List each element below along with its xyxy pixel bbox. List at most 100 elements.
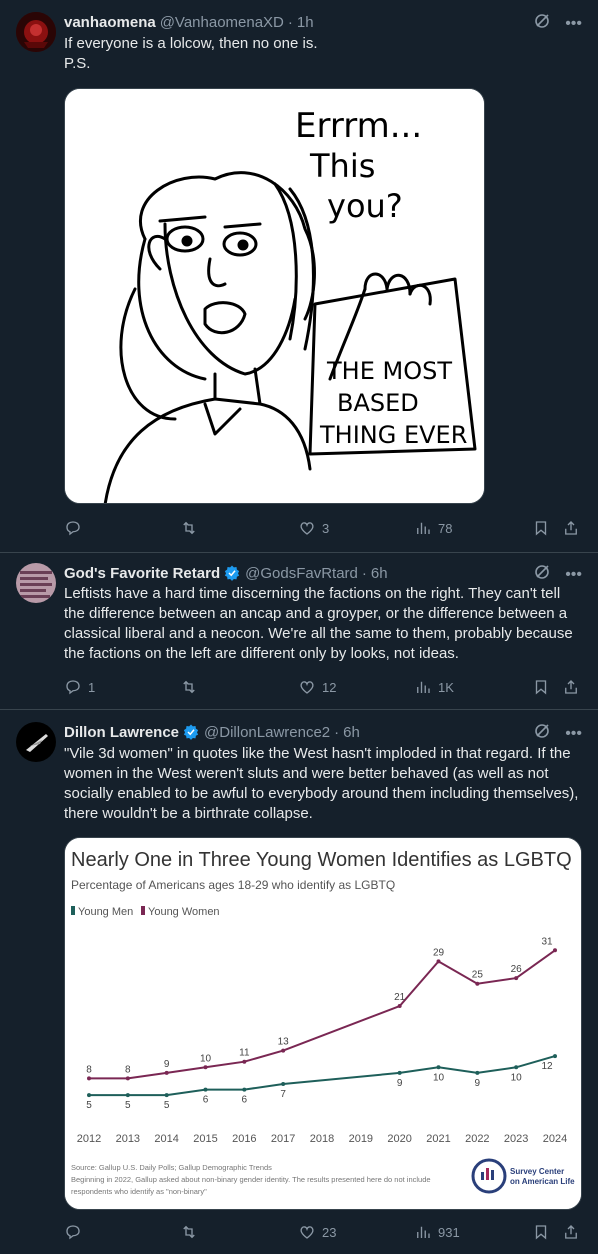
legend-young-men: Young Men xyxy=(78,906,133,918)
avatar-image xyxy=(16,563,56,603)
retweet-icon xyxy=(183,521,195,535)
tweet-image[interactable]: Errrm... This you? THE MOST BASED THING … xyxy=(64,88,485,504)
more-options-icon[interactable]: ••• xyxy=(565,725,582,743)
logo-text-1: Survey Center xyxy=(510,1167,564,1176)
like-count: 23 xyxy=(322,1224,337,1240)
x-tick-label: 2017 xyxy=(271,1133,295,1145)
data-point xyxy=(397,1004,402,1008)
data-point xyxy=(436,1065,441,1070)
speech-line-1: Errrm... xyxy=(295,106,422,146)
tweet-actions: 1 12 1K xyxy=(64,677,582,697)
data-label: 8 xyxy=(125,1064,131,1075)
views-icon xyxy=(417,522,430,534)
legend-young-women: Young Women xyxy=(148,906,220,918)
retweet-icon xyxy=(183,1225,195,1239)
more-options-icon[interactable]: ••• xyxy=(565,15,582,33)
share-icon xyxy=(565,680,577,694)
reply-button[interactable] xyxy=(64,519,88,537)
reply-button[interactable]: 1 xyxy=(64,678,95,696)
avatar[interactable] xyxy=(16,12,56,52)
tweet-3[interactable]: Dillon Lawrence @DillonLawrence2 · 6h ••… xyxy=(0,710,598,1254)
sign-line-3: THING EVER xyxy=(319,421,467,449)
speech-line-3: you? xyxy=(327,187,403,225)
views-button[interactable]: 78 xyxy=(414,519,452,537)
x-tick-label: 2012 xyxy=(77,1133,101,1145)
views-button[interactable]: 931 xyxy=(414,1223,460,1241)
data-label: 31 xyxy=(541,936,553,947)
data-label: 21 xyxy=(394,992,406,1003)
data-point xyxy=(242,1059,247,1064)
like-button[interactable]: 12 xyxy=(298,678,336,696)
meme-drawing: Errrm... This you? THE MOST BASED THING … xyxy=(65,89,484,503)
author-handle[interactable]: @VanhaomenaXD xyxy=(160,14,284,31)
view-count: 78 xyxy=(438,520,453,536)
tweet-header: God's Favorite Retard @GodsFavRtard · 6h… xyxy=(64,563,582,583)
tweet-image[interactable]: Nearly One in Three Young Women Identifi… xyxy=(64,837,582,1210)
data-label: 9 xyxy=(397,1078,403,1089)
bookmark-icon xyxy=(535,680,547,695)
share-icon xyxy=(565,1225,577,1239)
author-handle[interactable]: @GodsFavRtard xyxy=(245,565,358,582)
share-button[interactable] xyxy=(562,1223,580,1241)
data-point xyxy=(475,981,480,986)
tweet-1[interactable]: vanhaomena @VanhaomenaXD · 1h ••• If eve… xyxy=(0,0,598,553)
chart-title: Nearly One in Three Young Women Identifi… xyxy=(71,849,572,871)
author-name[interactable]: God's Favorite Retard xyxy=(64,565,220,582)
views-button[interactable]: 1K xyxy=(414,678,454,696)
like-button[interactable]: 3 xyxy=(298,519,329,537)
tweet-text: Leftists have a hard time discerning the… xyxy=(64,585,577,662)
share-button[interactable] xyxy=(562,519,580,537)
retweet-icon xyxy=(183,680,195,694)
more-options-icon[interactable]: ••• xyxy=(565,566,582,584)
verified-badge-icon[interactable] xyxy=(182,723,200,741)
data-point xyxy=(242,1087,247,1092)
tweet-header: vanhaomena @VanhaomenaXD · 1h ••• xyxy=(64,12,582,32)
data-label: 6 xyxy=(203,1095,209,1106)
retweet-button[interactable] xyxy=(180,1223,204,1241)
speech-line-2: This xyxy=(309,147,375,185)
share-button[interactable] xyxy=(562,678,580,696)
tweet-actions: 23 931 xyxy=(64,1222,582,1242)
bookmark-button[interactable] xyxy=(532,1223,550,1241)
x-tick-label: 2021 xyxy=(426,1133,450,1145)
grok-icon[interactable] xyxy=(533,563,551,586)
x-tick-label: 2023 xyxy=(504,1133,528,1145)
x-tick-label: 2024 xyxy=(543,1133,567,1145)
x-tick-label: 2014 xyxy=(154,1133,178,1145)
author-name[interactable]: vanhaomena xyxy=(64,14,156,31)
grok-icon[interactable] xyxy=(533,12,551,35)
verified-badge-icon[interactable] xyxy=(223,564,241,582)
timestamp[interactable]: 6h xyxy=(343,724,360,741)
author-name[interactable]: Dillon Lawrence xyxy=(64,724,179,741)
data-point xyxy=(514,1065,519,1070)
separator-dot: · xyxy=(361,564,367,582)
data-label: 29 xyxy=(433,947,445,958)
data-point xyxy=(164,1093,169,1098)
reply-button[interactable] xyxy=(64,1223,88,1241)
avatar[interactable] xyxy=(16,722,56,762)
like-button[interactable]: 23 xyxy=(298,1223,336,1241)
data-point xyxy=(87,1093,91,1098)
x-tick-label: 2020 xyxy=(387,1133,411,1145)
data-label: 26 xyxy=(511,964,523,975)
bookmark-button[interactable] xyxy=(532,678,550,696)
bookmark-button[interactable] xyxy=(532,519,550,537)
timestamp[interactable]: 6h xyxy=(371,565,388,582)
views-icon xyxy=(417,1226,430,1238)
tweet-2[interactable]: God's Favorite Retard @GodsFavRtard · 6h… xyxy=(0,553,598,710)
data-point xyxy=(514,976,519,981)
data-point xyxy=(553,948,557,953)
x-tick-label: 2022 xyxy=(465,1133,489,1145)
heart-icon xyxy=(300,522,314,535)
data-label: 9 xyxy=(164,1059,170,1070)
data-point xyxy=(436,959,441,964)
author-handle[interactable]: @DillonLawrence2 xyxy=(204,724,330,741)
data-label: 6 xyxy=(242,1095,248,1106)
timestamp[interactable]: 1h xyxy=(297,14,314,31)
retweet-button[interactable] xyxy=(180,519,204,537)
data-label: 9 xyxy=(475,1078,481,1089)
grok-icon[interactable] xyxy=(533,722,551,745)
view-count: 1K xyxy=(438,679,454,695)
retweet-button[interactable] xyxy=(180,678,204,696)
avatar[interactable] xyxy=(16,563,56,603)
